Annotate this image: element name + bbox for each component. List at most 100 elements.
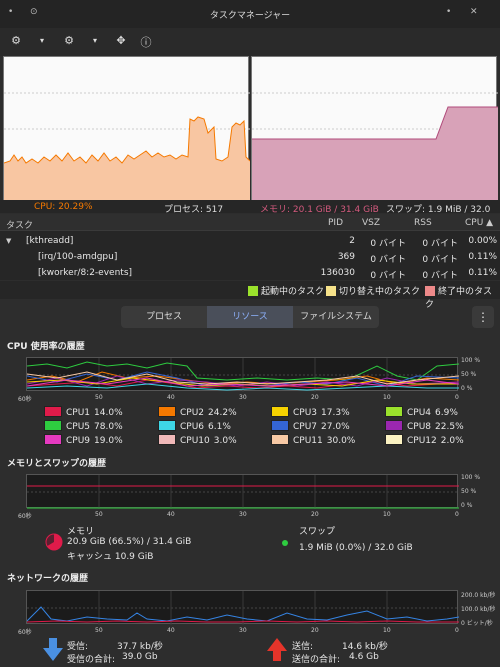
cpu-color-swatch[interactable]	[44, 434, 62, 445]
memory-usage: 20.9 GiB (66.5%) / 31.4 GiB	[67, 537, 192, 547]
time-tick: 30	[239, 394, 247, 401]
cpu-value: 6.1%	[208, 422, 231, 432]
minimize-icon[interactable]: •	[446, 7, 451, 17]
cpu-name: CPU2	[180, 408, 205, 418]
cpu-legend-item[interactable]: CPU9 19.0%	[44, 434, 123, 446]
cpu-color-swatch[interactable]	[271, 420, 289, 431]
task-name: [kworker/8:2-events]	[38, 268, 133, 278]
legend-label: 起動中のタスク	[261, 287, 325, 297]
time-tick: 50	[95, 511, 103, 518]
cpu-color-swatch[interactable]	[158, 420, 176, 431]
column-pid[interactable]: PID	[328, 218, 343, 228]
cpu-value: 24.2%	[208, 408, 237, 418]
cpu-summary: CPU: 20.29%	[34, 202, 93, 212]
title-bar: • ⊙ タスクマネージャー • ✕	[0, 0, 500, 28]
cpu-legend-item[interactable]: CPU2 24.2%	[158, 406, 237, 418]
cpu-y-tick: 100 %	[461, 357, 481, 364]
cpu-color-swatch[interactable]	[158, 406, 176, 417]
column-rss[interactable]: RSS	[414, 218, 432, 228]
time-tick: 20	[311, 627, 319, 634]
task-pid: 136030	[320, 268, 355, 278]
cpu-history-title: CPU 使用率の履歴	[7, 342, 85, 352]
chevron-down-icon[interactable]: ▾	[88, 36, 102, 45]
view-tabs: プロセス リソース ファイルシステム	[121, 306, 379, 328]
chevron-down-icon[interactable]: ▾	[35, 36, 49, 45]
memory-history-title: メモリとスワップの履歴	[7, 459, 107, 469]
summary-row: CPU: 20.29% プロセス: 517 メモリ: 20.1 GiB / 31…	[0, 200, 500, 225]
close-icon[interactable]: ✕	[470, 7, 478, 17]
memory-history-chart	[26, 474, 459, 509]
tab-filesystems[interactable]: ファイルシステム	[293, 306, 379, 328]
cpu-name: CPU1	[66, 408, 91, 418]
cpu-color-swatch[interactable]	[44, 406, 62, 417]
cpu-color-swatch[interactable]	[158, 434, 176, 445]
time-tick: 60秒	[18, 396, 32, 403]
time-tick: 60秒	[18, 629, 32, 636]
mem-y-tick: 100 %	[461, 474, 481, 481]
cpu-legend-item[interactable]: CPU5 78.0%	[44, 420, 123, 432]
table-row[interactable]: [irq/100-amdgpu] 369 0 バイト 0 バイト 0.11%	[0, 249, 500, 265]
net-y-tick: 200.0 kb/秒	[461, 592, 496, 599]
legend-swatch	[248, 286, 258, 296]
task-manager-window: • ⊙ タスクマネージャー • ✕ ⚙ ▾ ⚙ ▾ ✥ ⓘ ⚲ ⌫	[0, 0, 500, 667]
cpu-color-swatch[interactable]	[385, 434, 403, 445]
info-icon[interactable]: ⓘ	[139, 34, 153, 50]
memory-pie-icon	[45, 533, 63, 551]
tab-processes[interactable]: プロセス	[121, 306, 207, 328]
cpu-legend-item[interactable]: CPU6 6.1%	[158, 420, 231, 432]
mem-y-tick: 50 %	[461, 488, 477, 495]
cpu-legend-item[interactable]: CPU3 17.3%	[271, 406, 350, 418]
task-vsz: 0 バイト	[370, 271, 406, 280]
table-row[interactable]: ▼ [kthreadd] 2 0 バイト 0 バイト 0.00%	[0, 233, 500, 249]
task-name: [kthreadd]	[26, 236, 74, 246]
cpu-value: 19.0%	[94, 436, 123, 446]
network-history-title: ネットワークの履歴	[7, 574, 89, 584]
signal-icon[interactable]: ⚙	[62, 34, 76, 47]
column-task[interactable]: タスク	[6, 218, 33, 231]
arrow-down-icon	[43, 638, 63, 661]
table-row[interactable]: [kworker/8:2-events] 136030 0 バイト 0 バイト …	[0, 265, 500, 280]
time-tick: 10	[383, 511, 391, 518]
cpu-name: CPU12	[407, 436, 437, 446]
column-cpu[interactable]: CPU ▲	[465, 218, 493, 228]
cpu-legend-item[interactable]: CPU11 30.0%	[271, 434, 355, 446]
task-cpu: 0.00%	[468, 236, 497, 246]
cpu-legend-item[interactable]: CPU8 22.5%	[385, 420, 464, 432]
cpu-legend-item[interactable]: CPU12 2.0%	[385, 434, 464, 446]
cpu-name: CPU11	[293, 436, 323, 446]
cpu-value: 2.0%	[440, 436, 464, 446]
time-tick: 10	[383, 394, 391, 401]
menu-button[interactable]: ⋮	[472, 306, 494, 328]
cpu-legend-item[interactable]: CPU7 27.0%	[271, 420, 350, 432]
gear-icon[interactable]: ⚙	[9, 34, 23, 47]
net-y-tick: 100.0 kb/秒	[461, 606, 496, 613]
cpu-legend-item[interactable]: CPU4 6.9%	[385, 406, 458, 418]
cpu-color-swatch[interactable]	[44, 420, 62, 431]
mem-y-tick: 0 %	[461, 502, 473, 509]
task-vsz: 0 バイト	[370, 239, 406, 249]
column-vsz[interactable]: VSZ	[362, 218, 380, 228]
tab-resources[interactable]: リソース	[207, 306, 293, 328]
cpu-name: CPU5	[66, 422, 91, 432]
move-icon[interactable]: ✥	[114, 34, 128, 47]
window-title: タスクマネージャー	[209, 11, 291, 21]
task-vsz: 0 バイト	[370, 255, 406, 265]
cpu-color-swatch[interactable]	[385, 406, 403, 417]
time-tick: 50	[95, 394, 103, 401]
receive-rate: 37.7 kb/秒	[117, 642, 163, 652]
time-tick: 40	[167, 627, 175, 634]
cpu-name: CPU4	[407, 408, 432, 418]
cpu-legend-item[interactable]: CPU1 14.0%	[44, 406, 123, 418]
cpu-legend-item[interactable]: CPU10 3.0%	[158, 434, 237, 446]
task-table: タスク PID VSZ RSS CPU ▲ ▼ [kthreadd] 2 0 バ…	[0, 214, 500, 280]
net-y-tick: 0 ビット/秒	[461, 620, 493, 627]
cpu-color-swatch[interactable]	[271, 434, 289, 445]
time-tick: 0	[455, 394, 459, 401]
expander-icon[interactable]: ▼	[6, 237, 11, 245]
task-pid: 369	[337, 252, 355, 262]
send-rate: 14.6 kb/秒	[342, 642, 388, 652]
cpu-color-swatch[interactable]	[271, 406, 289, 417]
cpu-color-swatch[interactable]	[385, 420, 403, 431]
network-history-chart	[26, 590, 459, 625]
time-tick: 30	[239, 511, 247, 518]
